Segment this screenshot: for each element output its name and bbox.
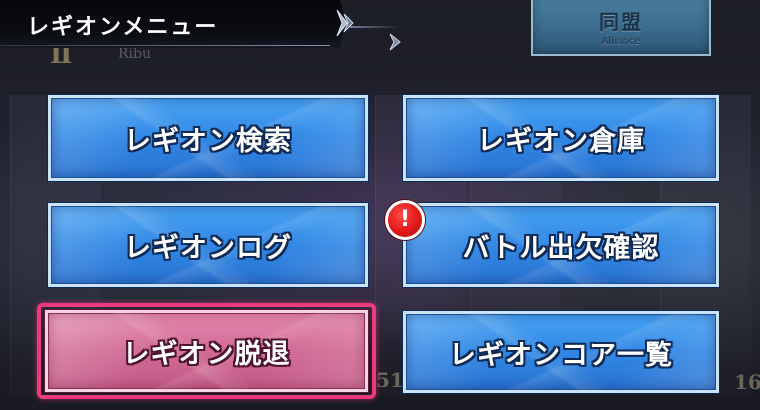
battle-attendance-button[interactable]: バトル出欠確認 [403,203,719,287]
legion-core-list-label: レギオンコア一覧 [449,339,673,371]
legion-leave-button[interactable]: レギオン脱退 [45,310,368,392]
battle-attendance-label: バトル出欠確認 [462,232,660,264]
legion-search-button[interactable]: レギオン検索 [48,95,368,181]
alliance-button-label: 同盟 [599,10,643,34]
alliance-button-sublabel: Alliance [601,36,641,47]
background-level-number: 51 [376,368,404,392]
legion-core-list-button[interactable]: レギオンコア一覧 [403,311,719,393]
title-bar: レギオンメニュー [0,0,345,48]
legion-log-button[interactable]: レギオンログ [48,203,368,287]
legion-log-label: レギオンログ [124,232,292,264]
page-title: レギオンメニュー [27,15,219,40]
alliance-button[interactable]: 同盟 Alliance [531,0,711,56]
ornament-icon [336,9,354,37]
exclamation-icon: ! [399,207,411,232]
legion-warehouse-button[interactable]: レギオン倉庫 [403,95,719,181]
ornament-icon [389,33,401,51]
legion-warehouse-label: レギオン倉庫 [477,125,645,157]
legion-search-label: レギオン検索 [124,125,292,157]
legion-leave-label: レギオン脱退 [122,338,291,370]
notification-badge: ! [385,200,425,240]
background-rank-text: Ribu [118,46,151,62]
background-level-number: 16 [734,370,760,394]
title-divider [350,26,400,28]
